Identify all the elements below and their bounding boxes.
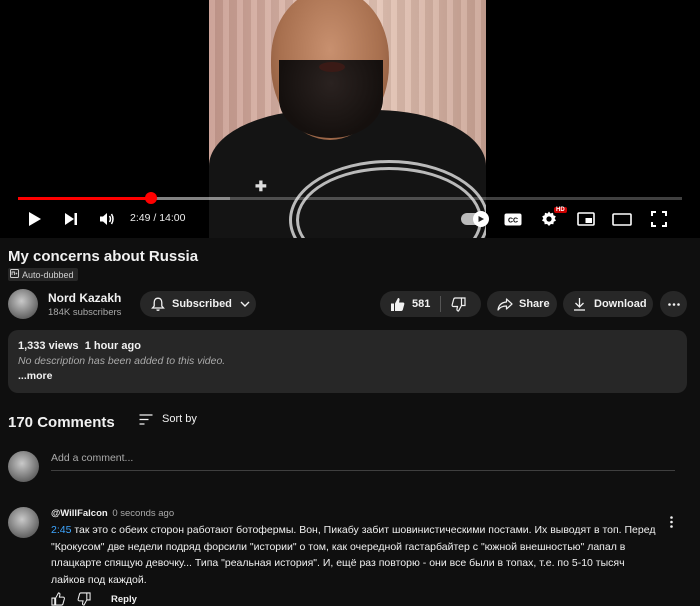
share-label: Share bbox=[519, 298, 550, 310]
comment-author-avatar[interactable] bbox=[8, 507, 39, 538]
theater-icon[interactable] bbox=[611, 208, 633, 230]
progress-scrubber-handle[interactable] bbox=[144, 192, 157, 204]
auto-dubbed-label: Auto-dubbed bbox=[22, 269, 74, 280]
video-frame[interactable]: ✚ bbox=[209, 0, 486, 238]
progress-played bbox=[18, 197, 151, 200]
time-total: 14:00 bbox=[159, 212, 186, 224]
cc-icon[interactable]: CC bbox=[502, 208, 524, 230]
bell-icon bbox=[151, 297, 165, 312]
comment-thumbs-down-icon[interactable] bbox=[77, 592, 91, 606]
video-title: My concerns about Russia bbox=[8, 248, 199, 265]
time-current: 2:49 bbox=[130, 212, 151, 224]
like-count: 581 bbox=[412, 298, 431, 310]
comment-thumbs-up-icon[interactable] bbox=[51, 592, 65, 606]
autoplay-toggle-knob bbox=[473, 211, 489, 227]
subscribed-label: Subscribed bbox=[172, 298, 232, 310]
comment-reply-button[interactable]: Reply bbox=[111, 594, 137, 605]
subscribed-button[interactable]: Subscribed bbox=[140, 291, 256, 317]
miniplayer-icon[interactable] bbox=[575, 208, 597, 230]
thumbs-down-icon[interactable] bbox=[451, 296, 466, 312]
dub-audio-icon bbox=[10, 269, 19, 280]
description-more-link[interactable]: ...more bbox=[18, 370, 677, 382]
subscriber-count: 184K subscribers bbox=[48, 307, 122, 318]
fullscreen-icon[interactable] bbox=[648, 208, 670, 230]
comment-actions: Reply bbox=[51, 592, 137, 606]
comment-text: 2:45 так это с обеих сторон работают бот… bbox=[51, 522, 656, 588]
volume-icon[interactable] bbox=[96, 208, 118, 230]
sort-lines-icon bbox=[139, 413, 153, 425]
like-dislike-group: 581 bbox=[380, 291, 481, 317]
add-comment-input[interactable]: Add a comment... bbox=[51, 452, 675, 471]
channel-name[interactable]: Nord Kazakh bbox=[48, 291, 121, 305]
thumbs-up-icon[interactable] bbox=[390, 297, 405, 312]
more-horizontal-icon bbox=[667, 302, 680, 306]
play-icon[interactable] bbox=[24, 208, 46, 230]
share-button[interactable]: Share bbox=[487, 291, 557, 317]
autoplay-toggle[interactable] bbox=[461, 211, 489, 227]
comments-count: 170 Comments bbox=[8, 414, 115, 431]
share-arrow-icon bbox=[497, 297, 513, 311]
comment-header: @WillFalcon 0 seconds ago bbox=[51, 508, 174, 519]
video-person-mouth bbox=[319, 62, 345, 72]
description-stats: 1,333 views 1 hour ago bbox=[18, 340, 677, 352]
time-display: 2:49 / 14:00 bbox=[130, 212, 185, 224]
view-count: 1,333 views bbox=[18, 340, 79, 352]
like-divider bbox=[440, 296, 442, 312]
video-shirt-cross: ✚ bbox=[255, 178, 267, 194]
upload-age: 1 hour ago bbox=[84, 340, 141, 352]
video-player[interactable]: ✚ 2:49 / 14:00 CC HD bbox=[0, 0, 700, 238]
progress-bar[interactable] bbox=[18, 192, 682, 204]
description-text: No description has been added to this vi… bbox=[18, 355, 226, 367]
sort-by-button[interactable]: Sort by bbox=[139, 413, 197, 425]
more-vertical-icon[interactable] bbox=[664, 514, 678, 530]
comment-author[interactable]: @WillFalcon bbox=[51, 508, 108, 519]
comment-time[interactable]: 0 seconds ago bbox=[112, 508, 174, 519]
download-label: Download bbox=[594, 298, 647, 310]
time-separator: / bbox=[150, 212, 160, 224]
download-button[interactable]: Download bbox=[563, 291, 653, 317]
chevron-down-icon bbox=[240, 301, 250, 307]
next-icon[interactable] bbox=[60, 208, 82, 230]
more-actions-button[interactable] bbox=[660, 291, 687, 317]
sort-by-label: Sort by bbox=[162, 413, 197, 425]
settings-quality-badge: HD bbox=[554, 207, 567, 213]
comment-body: так это с обеих сторон работают ботоферм… bbox=[51, 524, 656, 586]
auto-dubbed-badge: Auto-dubbed bbox=[8, 268, 78, 281]
description-box[interactable]: 1,333 views 1 hour ago No description ha… bbox=[8, 330, 687, 393]
comment-timestamp-link[interactable]: 2:45 bbox=[51, 524, 71, 536]
player-controls: 2:49 / 14:00 CC HD bbox=[0, 204, 700, 234]
download-icon bbox=[573, 297, 586, 311]
svg-text:CC: CC bbox=[508, 217, 518, 224]
current-user-avatar bbox=[8, 451, 39, 482]
channel-avatar[interactable] bbox=[8, 289, 38, 319]
